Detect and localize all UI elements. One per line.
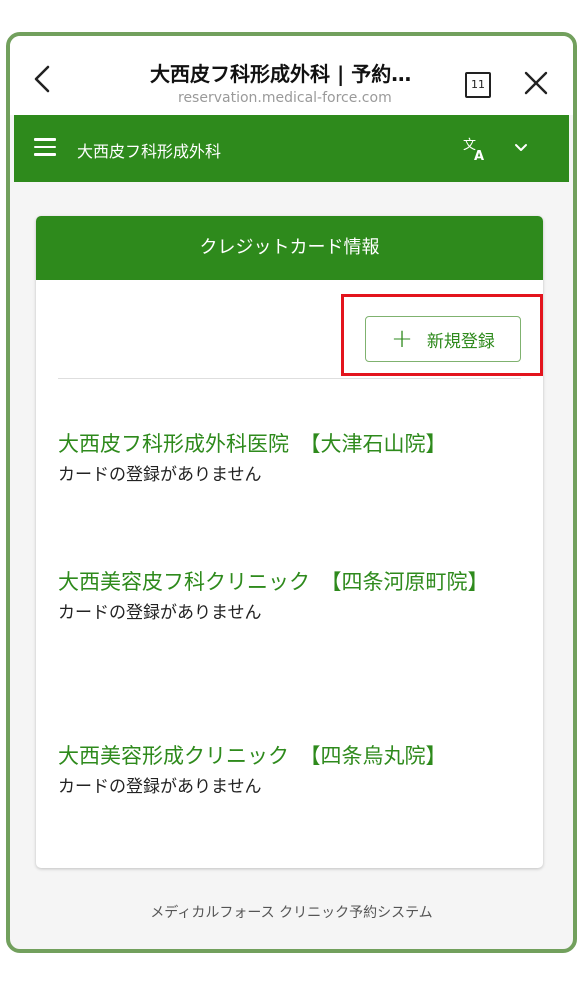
phone-frame: 大西皮フ科形成外科 | 予約… reservation.medical-forc…	[6, 32, 577, 953]
tabs-icon[interactable]: 11	[465, 72, 491, 98]
clinic-title[interactable]: 大西皮フ科形成外科医院 【大津石山院】	[58, 428, 508, 461]
clinic-card-status: カードの登録がありません	[58, 465, 262, 485]
browser-bar: 大西皮フ科形成外科 | 予約… reservation.medical-forc…	[10, 36, 573, 115]
browser-page-title: 大西皮フ科形成外科 | 予約…	[150, 62, 412, 86]
highlight-annotation	[341, 294, 543, 376]
clinic-entry: 大西美容皮フ科クリニック 【四条河原町院】 カードの登録がありません	[58, 566, 498, 625]
clinic-card-status: カードの登録がありません	[58, 777, 262, 797]
chevron-down-icon[interactable]	[514, 141, 528, 155]
clinic-title[interactable]: 大西美容皮フ科クリニック 【四条河原町院】	[58, 566, 498, 599]
back-arrow-icon[interactable]	[30, 64, 54, 94]
clinic-card-status: カードの登録がありません	[58, 603, 262, 623]
divider	[58, 378, 521, 379]
translate-icon[interactable]: 文 A	[462, 135, 488, 161]
clinic-title[interactable]: 大西美容形成クリニック 【四条烏丸院】	[58, 740, 508, 773]
svg-text:A: A	[474, 149, 484, 161]
browser-url[interactable]: reservation.medical-force.com	[178, 90, 392, 106]
menu-icon[interactable]	[34, 138, 56, 156]
app-header: 大西皮フ科形成外科 文 A	[14, 115, 569, 182]
footer-text: メディカルフォース クリニック予約システム	[150, 905, 433, 921]
clinic-entry: 大西美容形成クリニック 【四条烏丸院】 カードの登録がありません	[58, 740, 508, 799]
clinic-entry: 大西皮フ科形成外科医院 【大津石山院】 カードの登録がありません	[58, 428, 508, 487]
header-clinic-name: 大西皮フ科形成外科	[77, 142, 222, 161]
close-icon[interactable]	[523, 70, 549, 96]
card-title: クレジットカード情報	[36, 216, 543, 280]
